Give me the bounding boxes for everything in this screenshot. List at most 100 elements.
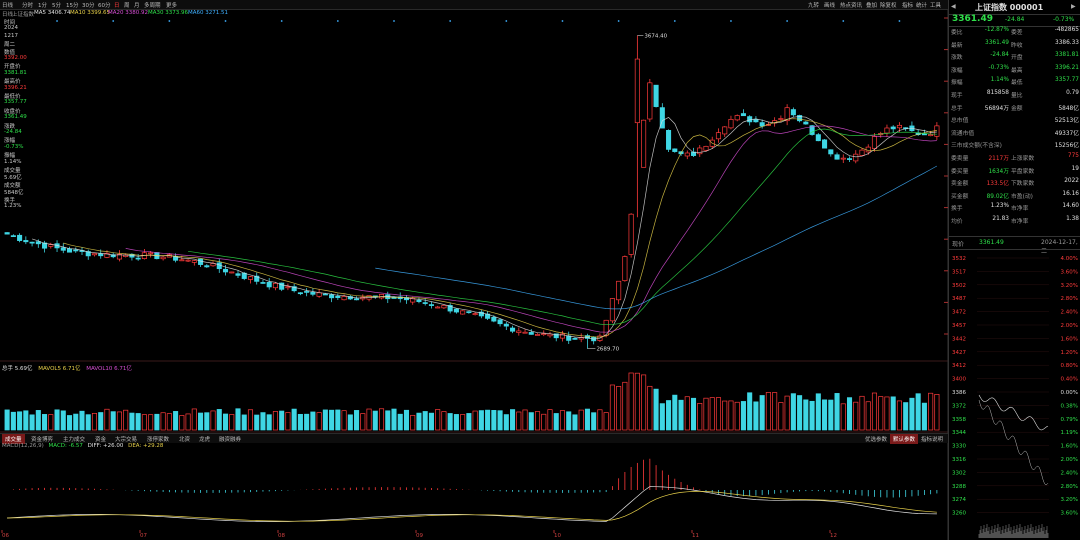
candle-body [516, 330, 522, 333]
candle-body [684, 152, 690, 157]
tab-60min[interactable]: 60分 [98, 1, 111, 9]
candle-body [460, 310, 466, 315]
tool-statistics[interactable]: 统计 [916, 1, 927, 9]
kline-chart[interactable]: 3729363035313432333232333132303329342835… [0, 0, 948, 540]
candle-body [641, 119, 647, 168]
tool-jiuzhuan[interactable]: 九转 [808, 1, 819, 9]
volume-bar [772, 392, 778, 431]
forward-arrow-icon[interactable]: ▶ [1071, 3, 1076, 10]
candle-body [466, 311, 472, 314]
volume-bar [765, 392, 771, 431]
volume-bar [672, 394, 678, 431]
tab-30min[interactable]: 30分 [82, 1, 95, 9]
volume-bar [104, 408, 110, 431]
intraday-axis-right: 0.40% [1061, 377, 1078, 383]
month-label: 09 [416, 533, 423, 539]
volume-bar [572, 414, 578, 431]
candle-body [17, 234, 23, 241]
ma-legend: 日线 上证指数 MA5 3406.74 MA10 3399.65 MA20 33… [0, 10, 948, 18]
tab-more[interactable]: 更多 [166, 1, 177, 9]
quote-cell: 平盘家数 [1011, 168, 1035, 175]
ma5-line [31, 116, 937, 340]
quote-cell: 1.23% [990, 203, 1009, 210]
signal-dot [786, 20, 789, 22]
candle-body [747, 116, 753, 123]
param-tab[interactable]: 优选参数 [862, 434, 890, 444]
quote-panel: ◀ 上证指数 000001 ▶ 3361.49 -24.84 -0.73% 委比… [948, 0, 1080, 540]
tool-draw-line[interactable]: 画线 [824, 1, 835, 9]
volume-bar [915, 393, 921, 431]
quote-cell: -482865 [1054, 27, 1079, 33]
volume-bar [98, 412, 104, 431]
volume-bar [241, 414, 247, 431]
volume-legend: 总手 5.69亿 MAVOL5 6.71亿 MAVOL10 6.71亿 [2, 364, 132, 372]
tab-multi-period[interactable]: 多周期 [144, 1, 161, 9]
candle-body [316, 292, 322, 297]
candle-body [135, 257, 141, 260]
tab-month[interactable]: 月 [134, 1, 140, 9]
candle-body [884, 127, 890, 134]
intraday-axis-left: 3330 [952, 444, 966, 450]
legend-ma20: MA20 3380.92 [108, 10, 148, 16]
volume-bar [684, 396, 690, 431]
quote-cell: 815858 [986, 90, 1009, 96]
intraday-axis-right: 1.60% [1061, 336, 1078, 342]
quote-cell: 3386.33 [1055, 39, 1079, 46]
candle-body [10, 235, 16, 237]
candle-body [204, 265, 210, 268]
quote-cell: 3396.21 [1055, 64, 1079, 71]
tool-overlay[interactable]: 叠加 [866, 1, 877, 9]
price-pct: -0.73% [1053, 16, 1075, 23]
tool-indicator[interactable]: 指标 [902, 1, 913, 9]
volume-bar [578, 409, 584, 431]
quote-cell: 开盘 [1011, 55, 1023, 62]
indicator-tab[interactable]: 北资 [176, 434, 193, 444]
param-tab[interactable]: 默认参数 [890, 434, 919, 444]
volume-bar [603, 412, 609, 431]
tab-5min[interactable]: 5分 [52, 1, 61, 9]
quote-cell: 下跌家数 [1011, 181, 1035, 188]
candle-body [853, 153, 859, 162]
volume-bar [728, 400, 734, 431]
month-label: 08 [278, 533, 285, 539]
candle-body [60, 247, 66, 251]
volume-bar [447, 413, 453, 431]
volume-bar [285, 412, 291, 431]
volume-bar [316, 412, 322, 431]
quote-cell: 均价 [951, 219, 963, 225]
tool-tools[interactable]: 工具 [930, 1, 941, 9]
indicator-tab[interactable]: 龙虎 [196, 434, 213, 444]
volume-bar [310, 411, 316, 431]
volume-bar [566, 411, 572, 431]
tab-week[interactable]: 周 [124, 1, 130, 9]
intraday-axis-right: 0.38% [1061, 403, 1078, 409]
candle-body [697, 147, 703, 155]
volume-bar [460, 414, 466, 431]
candle-body [934, 125, 940, 137]
tab-fenshi[interactable]: 分时 [22, 1, 33, 9]
volume-bar [60, 410, 66, 431]
intraday-axis-right: 2.00% [1061, 323, 1078, 329]
candle-body [822, 139, 828, 149]
volume-bar [609, 384, 615, 431]
intraday-axis-right: 3.20% [1061, 283, 1078, 289]
intraday-axis-right: 2.80% [1061, 484, 1078, 490]
volume-bar [422, 411, 428, 431]
back-arrow-icon[interactable]: ◀ [951, 3, 956, 10]
candle-body [497, 319, 503, 325]
intraday-axis-right: 1.20% [1061, 350, 1078, 356]
volume-bar [485, 409, 491, 431]
volume-bar [304, 413, 310, 431]
intraday-chart[interactable]: 3532 4.00% 3517 3.60% 3502 3.20% 3487 2.80% 3472… [949, 250, 1080, 540]
quote-cell: 委差 [1011, 30, 1023, 36]
volume-bar [647, 385, 653, 431]
quote-cell: 最高 [1011, 67, 1023, 74]
tool-hot-news[interactable]: 热点资讯 [840, 1, 862, 9]
volume-bar [790, 393, 796, 431]
tab-15min[interactable]: 15分 [66, 1, 79, 9]
indicator-tab[interactable]: 融资融券 [216, 434, 244, 444]
param-tab[interactable]: 指标说明 [918, 434, 946, 444]
tool-adjust[interactable]: 除复权 [880, 1, 897, 9]
tab-day[interactable]: 日 [114, 1, 120, 9]
tab-1min[interactable]: 1分 [38, 1, 47, 9]
